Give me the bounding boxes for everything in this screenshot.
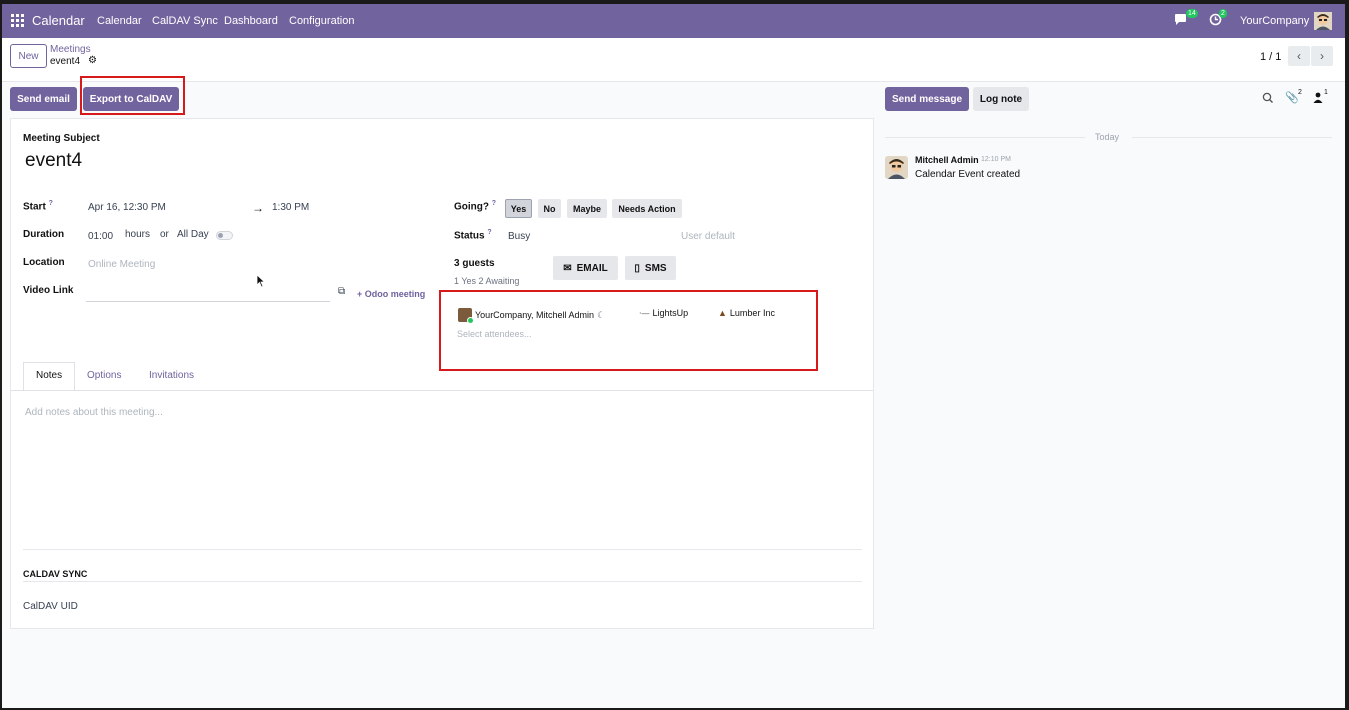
pager-next-button[interactable]: › <box>1311 46 1333 66</box>
date-separator-line <box>885 137 1085 138</box>
email-guests-button[interactable]: ✉ EMAIL <box>553 256 618 280</box>
new-button[interactable]: New <box>10 44 47 68</box>
user-avatar[interactable] <box>1314 12 1332 30</box>
location-input[interactable]: Online Meeting <box>88 259 155 270</box>
message-time: 12:10 PM <box>981 156 1011 163</box>
hours-label: hours <box>125 229 151 240</box>
mouse-cursor-icon <box>256 274 266 291</box>
activities-badge: 2 <box>1219 9 1227 18</box>
pager-value[interactable]: 1 / 1 <box>1260 51 1281 63</box>
odoo-meeting-link[interactable]: + Odoo meeting <box>357 289 425 299</box>
date-separator-line <box>1132 137 1332 138</box>
duration-label: Duration <box>23 229 65 240</box>
followers-icon[interactable] <box>1313 92 1323 106</box>
tab-invitations[interactable]: Invitations <box>149 370 194 381</box>
allday-label: All Day <box>177 229 209 240</box>
going-no-button[interactable]: No <box>538 199 561 218</box>
subject-label: Meeting Subject <box>23 133 100 144</box>
message-body: Calendar Event created <box>915 169 1021 180</box>
location-label: Location <box>23 257 65 268</box>
tab-notes-label: Notes <box>36 370 63 381</box>
breadcrumb-meetings[interactable]: Meetings <box>50 44 91 55</box>
allday-toggle[interactable] <box>216 231 233 240</box>
caldav-uid-label: CalDAV UID <box>23 601 78 612</box>
attachments-count: 2 <box>1298 89 1302 96</box>
start-label: Start ? <box>23 200 53 213</box>
send-message-button[interactable]: Send message <box>885 87 969 111</box>
send-email-button[interactable]: Send email <box>10 87 77 111</box>
menu-caldav-sync[interactable]: CalDAV Sync <box>152 15 218 27</box>
breadcrumb-current: event4 <box>50 56 81 67</box>
apps-menu-icon[interactable] <box>11 14 24 27</box>
app-name[interactable]: Calendar <box>32 13 85 28</box>
control-panel: New Meetings event4 ⚙ 1 / 1 ‹ › <box>2 38 1345 82</box>
subject-input[interactable]: event4 <box>25 150 82 172</box>
caldav-section-title: CALDAV SYNC <box>23 569 88 579</box>
highlight-export-box <box>80 76 185 115</box>
avatar[interactable] <box>885 156 908 179</box>
duration-input[interactable]: 01:00 <box>88 231 113 242</box>
menu-configuration[interactable]: Configuration <box>289 15 354 27</box>
status-select[interactable]: Busy <box>508 231 530 242</box>
status-label: Status ? <box>454 229 492 242</box>
pager-previous-button[interactable]: ‹ <box>1288 46 1310 66</box>
date-range-arrow: → <box>252 201 264 215</box>
going-yes-button[interactable]: Yes <box>505 199 532 218</box>
gear-icon[interactable]: ⚙ <box>88 55 97 66</box>
start-date-input[interactable]: Apr 16, 12:30 PM <box>88 202 166 213</box>
or-label: or <box>160 229 169 240</box>
search-icon[interactable] <box>1262 92 1274 107</box>
menu-dashboard[interactable]: Dashboard <box>224 15 278 27</box>
going-needs-action-button[interactable]: Needs Action <box>612 199 682 218</box>
paperclip-icon[interactable]: 📎 <box>1285 91 1299 104</box>
highlight-attendees-box <box>439 290 818 371</box>
tabs-divider <box>11 390 873 391</box>
message-author: Mitchell Admin <box>915 155 979 165</box>
guests-label: 3 guests <box>454 258 495 269</box>
videolink-label: Video Link <box>23 285 74 296</box>
menu-calendar[interactable]: Calendar <box>97 15 142 27</box>
mobile-icon: ▯ <box>634 262 640 274</box>
end-time-input[interactable]: 1:30 PM <box>272 202 309 213</box>
messages-badge: 14 <box>1186 9 1198 18</box>
divider <box>23 549 862 550</box>
videolink-input[interactable] <box>86 301 330 302</box>
app-window: Calendar Calendar CalDAV Sync Dashboard … <box>2 4 1345 708</box>
log-note-button[interactable]: Log note <box>973 87 1029 111</box>
top-navbar: Calendar Calendar CalDAV Sync Dashboard … <box>2 4 1345 38</box>
notes-editor[interactable]: Add notes about this meeting... <box>25 407 163 418</box>
envelope-icon: ✉ <box>563 262 572 274</box>
going-label: Going? ? <box>454 200 497 213</box>
guests-summary: 1 Yes 2 Awaiting <box>454 276 520 286</box>
going-maybe-button[interactable]: Maybe <box>567 199 607 218</box>
form-sheet: Meeting Subject event4 Start ? Apr 16, 1… <box>10 118 874 629</box>
privacy-select[interactable]: User default <box>681 231 735 242</box>
copy-icon[interactable]: ⧉ <box>338 286 345 297</box>
divider <box>23 581 862 582</box>
sms-guests-button[interactable]: ▯ SMS <box>625 256 676 280</box>
company-switcher[interactable]: YourCompany <box>1240 15 1309 27</box>
tab-options[interactable]: Options <box>87 370 121 381</box>
followers-count: 1 <box>1324 89 1328 96</box>
date-separator: Today <box>1095 132 1120 142</box>
